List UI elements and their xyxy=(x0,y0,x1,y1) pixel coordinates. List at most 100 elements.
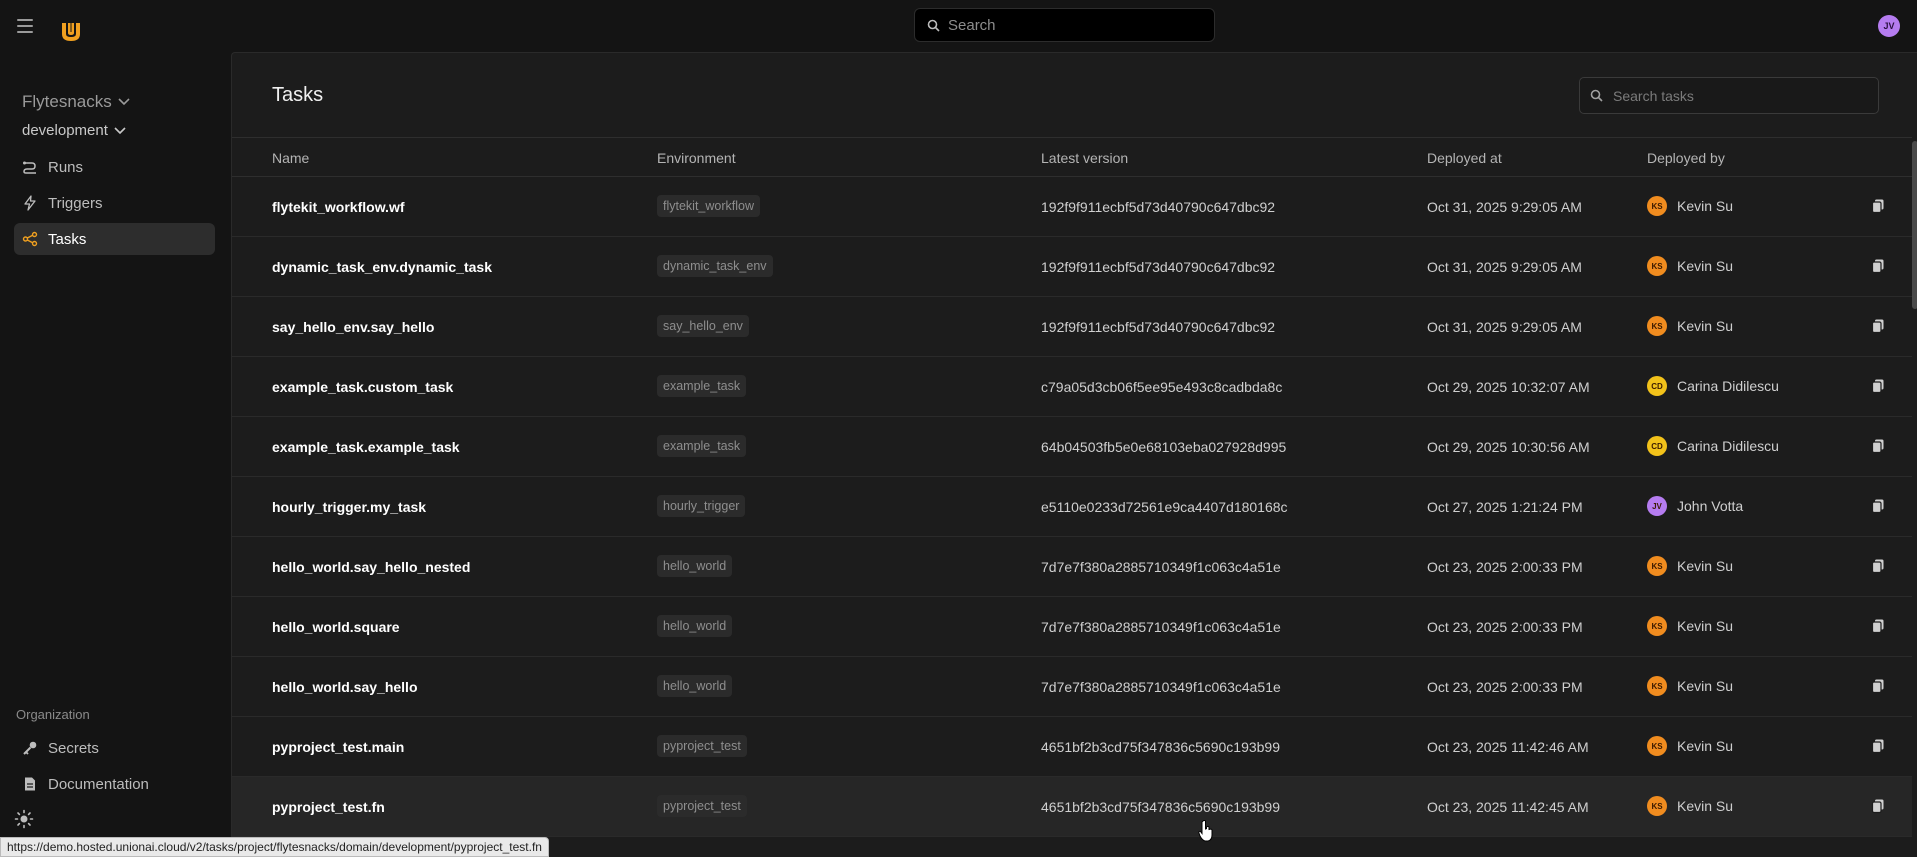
search-icon xyxy=(927,19,940,32)
deployed-by: JV John Votta xyxy=(1647,496,1743,516)
task-name[interactable]: hourly_trigger.my_task xyxy=(272,499,426,515)
hamburger-menu-icon[interactable] xyxy=(17,18,37,34)
latest-version: e5110e0233d72561e9ca4407d180168c xyxy=(1041,499,1288,515)
copy-icon[interactable] xyxy=(1870,558,1886,574)
avatar: CD xyxy=(1647,436,1667,456)
environment-badge: flytekit_workflow xyxy=(657,195,760,217)
environment-badge: pyproject_test xyxy=(657,795,747,817)
column-header-deployed-at[interactable]: Deployed at xyxy=(1427,150,1502,166)
task-name[interactable]: hello_world.say_hello xyxy=(272,679,418,695)
deployer-name: Kevin Su xyxy=(1677,678,1734,694)
latest-version: 64b04503fb5e0e68103eba027928d995 xyxy=(1041,439,1287,455)
task-search-input[interactable] xyxy=(1613,87,1863,104)
environment-badge: pyproject_test xyxy=(657,735,747,757)
latest-version: 7d7e7f380a2885710349f1c063c4a51e xyxy=(1041,619,1281,635)
deployed-by: CD Carina Didilescu xyxy=(1647,436,1779,456)
sidebar-item-triggers[interactable]: Triggers xyxy=(14,187,215,219)
table-body: flytekit_workflow.wf flytekit_workflow 1… xyxy=(232,177,1912,837)
copy-icon[interactable] xyxy=(1870,798,1886,814)
key-icon xyxy=(23,741,37,755)
sidebar-item-tasks[interactable]: Tasks xyxy=(14,223,215,255)
copy-icon[interactable] xyxy=(1870,198,1886,214)
task-search-bar[interactable] xyxy=(1579,77,1879,114)
tasks-table: Name Environment Latest version Deployed… xyxy=(232,137,1912,837)
task-name[interactable]: hello_world.say_hello_nested xyxy=(272,559,470,575)
sidebar-item-label: Tasks xyxy=(48,230,87,248)
deployed-at: Oct 31, 2025 9:29:05 AM xyxy=(1427,199,1582,215)
column-header-environment[interactable]: Environment xyxy=(657,150,736,166)
sun-icon[interactable] xyxy=(14,809,34,829)
avatar: JV xyxy=(1647,496,1667,516)
table-row[interactable]: hello_world.square hello_world 7d7e7f380… xyxy=(232,597,1912,657)
environment-badge: hello_world xyxy=(657,615,733,637)
domain-selector[interactable]: development xyxy=(22,122,126,139)
copy-icon[interactable] xyxy=(1870,678,1886,694)
copy-icon[interactable] xyxy=(1870,318,1886,334)
column-header-version[interactable]: Latest version xyxy=(1041,150,1128,166)
sidebar-item-documentation[interactable]: Documentation xyxy=(14,768,215,800)
deployer-name: Kevin Su xyxy=(1677,198,1734,214)
deployer-name: Kevin Su xyxy=(1677,738,1734,754)
deployed-by: KS Kevin Su xyxy=(1647,736,1733,756)
deployed-at: Oct 31, 2025 9:29:05 AM xyxy=(1427,259,1582,275)
table-row[interactable]: hourly_trigger.my_task hourly_trigger e5… xyxy=(232,477,1912,537)
global-search-bar[interactable] xyxy=(914,8,1215,42)
environment-badge: dynamic_task_env xyxy=(657,255,773,277)
latest-version: 192f9f911ecbf5d73d40790c647dbc92 xyxy=(1041,199,1276,215)
task-name[interactable]: example_task.example_task xyxy=(272,439,460,455)
table-row[interactable]: flytekit_workflow.wf flytekit_workflow 1… xyxy=(232,177,1912,237)
main-panel: Tasks Name Environment Latest version De… xyxy=(231,52,1917,857)
latest-version: 7d7e7f380a2885710349f1c063c4a51e xyxy=(1041,679,1281,695)
task-name[interactable]: dynamic_task_env.dynamic_task xyxy=(272,259,492,275)
table-row[interactable]: example_task.example_task example_task 6… xyxy=(232,417,1912,477)
deployer-name: Carina Didilescu xyxy=(1677,378,1779,394)
sidebar-item-label: Runs xyxy=(48,158,84,176)
deployed-at: Oct 29, 2025 10:32:07 AM xyxy=(1427,379,1590,395)
task-name[interactable]: flytekit_workflow.wf xyxy=(272,199,405,215)
deployed-at: Oct 23, 2025 2:00:33 PM xyxy=(1427,559,1583,575)
sidebar-item-label: Triggers xyxy=(48,194,103,212)
lightning-icon xyxy=(24,195,36,211)
sidebar-item-secrets[interactable]: Secrets xyxy=(14,732,215,764)
table-row[interactable]: pyproject_test.fn pyproject_test 4651bf2… xyxy=(232,777,1912,837)
scrollbar[interactable] xyxy=(1912,141,1917,857)
copy-icon[interactable] xyxy=(1870,738,1886,754)
table-row[interactable]: example_task.custom_task example_task c7… xyxy=(232,357,1912,417)
chevron-down-icon xyxy=(118,98,130,106)
task-name[interactable]: say_hello_env.say_hello xyxy=(272,319,434,335)
project-selector[interactable]: Flytesnacks xyxy=(22,92,130,112)
table-row[interactable]: dynamic_task_env.dynamic_task dynamic_ta… xyxy=(232,237,1912,297)
table-row[interactable]: say_hello_env.say_hello say_hello_env 19… xyxy=(232,297,1912,357)
task-name[interactable]: pyproject_test.fn xyxy=(272,799,385,815)
copy-icon[interactable] xyxy=(1870,378,1886,394)
status-bar-url: https://demo.hosted.unionai.cloud/v2/tas… xyxy=(0,837,549,857)
deployer-name: Kevin Su xyxy=(1677,558,1734,574)
union-logo-icon[interactable] xyxy=(58,18,84,44)
task-name[interactable]: example_task.custom_task xyxy=(272,379,453,395)
copy-icon[interactable] xyxy=(1870,438,1886,454)
avatar: KS xyxy=(1647,556,1667,576)
copy-icon[interactable] xyxy=(1870,258,1886,274)
sidebar-item-runs[interactable]: Runs xyxy=(14,151,215,183)
copy-icon[interactable] xyxy=(1870,618,1886,634)
project-name: Flytesnacks xyxy=(22,92,112,111)
task-name[interactable]: hello_world.square xyxy=(272,619,400,635)
global-search-input[interactable] xyxy=(948,16,1188,34)
user-avatar[interactable]: JV xyxy=(1878,15,1900,37)
scrollbar-thumb[interactable] xyxy=(1912,141,1917,309)
task-name[interactable]: pyproject_test.main xyxy=(272,739,404,755)
avatar: KS xyxy=(1647,196,1667,216)
deployed-at: Oct 23, 2025 2:00:33 PM xyxy=(1427,619,1583,635)
table-row[interactable]: hello_world.say_hello hello_world 7d7e7f… xyxy=(232,657,1912,717)
deployer-name: John Votta xyxy=(1677,498,1744,514)
top-bar: JV xyxy=(0,0,1917,52)
column-header-deployed-by[interactable]: Deployed by xyxy=(1647,150,1725,166)
deployed-by: KS Kevin Su xyxy=(1647,256,1733,276)
copy-icon[interactable] xyxy=(1870,498,1886,514)
environment-badge: hello_world xyxy=(657,555,733,577)
table-row[interactable]: pyproject_test.main pyproject_test 4651b… xyxy=(232,717,1912,777)
sidebar-item-label: Documentation xyxy=(48,775,149,793)
column-header-name[interactable]: Name xyxy=(272,150,309,166)
runs-icon xyxy=(23,161,36,174)
table-row[interactable]: hello_world.say_hello_nested hello_world… xyxy=(232,537,1912,597)
